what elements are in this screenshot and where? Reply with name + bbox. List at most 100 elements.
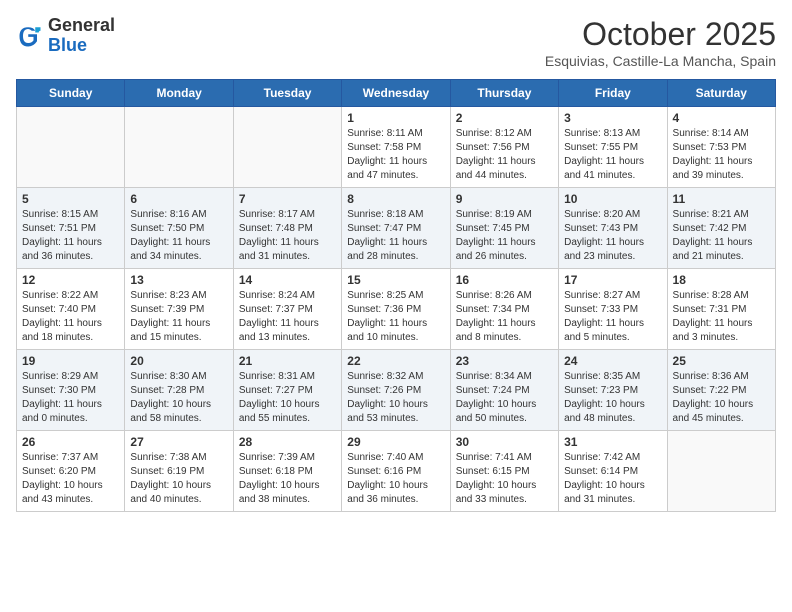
calendar-cell: 3 Sunrise: 8:13 AM Sunset: 7:55 PM Daylig…	[559, 107, 667, 188]
calendar-cell	[17, 107, 125, 188]
day-header-saturday: Saturday	[667, 80, 775, 107]
calendar-cell: 12Sunrise: 8:22 AM Sunset: 7:40 PM Dayli…	[17, 269, 125, 350]
day-info: Sunrise: 8:19 AM Sunset: 7:45 PM Dayligh…	[456, 208, 553, 264]
day-info: Sunrise: 8:14 AM Sunset: 7:53 PM Dayligh…	[673, 127, 770, 183]
day-number: 29	[347, 435, 444, 449]
day-info: Sunrise: 8:25 AM Sunset: 7:36 PM Dayligh…	[347, 289, 444, 345]
calendar-cell: 30 Sunrise: 7:41 AM Sunset: 6:15 PM Dayli…	[450, 431, 558, 512]
day-number: 6	[130, 192, 227, 206]
day-number: 28	[239, 435, 336, 449]
week-row-5: 26 Sunrise: 7:37 AM Sunset: 6:20 PM Dayli…	[17, 431, 776, 512]
day-info: Sunrise: 7:42 AM Sunset: 6:14 PM Dayligh…	[564, 451, 661, 507]
day-header-sunday: Sunday	[17, 80, 125, 107]
day-number: 26	[22, 435, 119, 449]
day-number: 3	[564, 111, 661, 125]
day-header-friday: Friday	[559, 80, 667, 107]
week-row-1: 1 Sunrise: 8:11 AM Sunset: 7:58 PM Daylig…	[17, 107, 776, 188]
day-info: Sunrise: 8:29 AM Sunset: 7:30 PM Dayligh…	[22, 370, 119, 426]
day-header-monday: Monday	[125, 80, 233, 107]
day-info: Sunrise: 7:39 AM Sunset: 6:18 PM Dayligh…	[239, 451, 336, 507]
day-number: 21	[239, 354, 336, 368]
week-row-2: 5Sunrise: 8:15 AM Sunset: 7:51 PM Daylig…	[17, 188, 776, 269]
day-number: 12	[22, 273, 119, 287]
calendar-cell: 9 Sunrise: 8:19 AM Sunset: 7:45 PM Daylig…	[450, 188, 558, 269]
day-info: Sunrise: 8:20 AM Sunset: 7:43 PM Dayligh…	[564, 208, 661, 264]
day-info: Sunrise: 7:38 AM Sunset: 6:19 PM Dayligh…	[130, 451, 227, 507]
day-number: 11	[673, 192, 770, 206]
day-number: 18	[673, 273, 770, 287]
calendar-cell	[233, 107, 341, 188]
calendar-cell: 25 Sunrise: 8:36 AM Sunset: 7:22 PM Dayli…	[667, 350, 775, 431]
month-title: October 2025	[545, 16, 776, 53]
calendar-body: 1 Sunrise: 8:11 AM Sunset: 7:58 PM Daylig…	[17, 107, 776, 512]
calendar-cell	[667, 431, 775, 512]
day-number: 4	[673, 111, 770, 125]
day-header-thursday: Thursday	[450, 80, 558, 107]
calendar-cell: 4 Sunrise: 8:14 AM Sunset: 7:53 PM Daylig…	[667, 107, 775, 188]
day-info: Sunrise: 7:37 AM Sunset: 6:20 PM Dayligh…	[22, 451, 119, 507]
day-number: 9	[456, 192, 553, 206]
calendar-cell: 7 Sunrise: 8:17 AM Sunset: 7:48 PM Daylig…	[233, 188, 341, 269]
day-info: Sunrise: 8:11 AM Sunset: 7:58 PM Dayligh…	[347, 127, 444, 183]
day-header-tuesday: Tuesday	[233, 80, 341, 107]
day-info: Sunrise: 8:28 AM Sunset: 7:31 PM Dayligh…	[673, 289, 770, 345]
day-number: 1	[347, 111, 444, 125]
calendar-cell: 22Sunrise: 8:32 AM Sunset: 7:26 PM Dayli…	[342, 350, 450, 431]
calendar-cell: 28 Sunrise: 7:39 AM Sunset: 6:18 PM Dayli…	[233, 431, 341, 512]
day-number: 30	[456, 435, 553, 449]
calendar-cell: 8 Sunrise: 8:18 AM Sunset: 7:47 PM Daylig…	[342, 188, 450, 269]
day-header-wednesday: Wednesday	[342, 80, 450, 107]
day-info: Sunrise: 8:16 AM Sunset: 7:50 PM Dayligh…	[130, 208, 227, 264]
calendar-cell: 17 Sunrise: 8:27 AM Sunset: 7:33 PM Dayli…	[559, 269, 667, 350]
calendar-cell: 26 Sunrise: 7:37 AM Sunset: 6:20 PM Dayli…	[17, 431, 125, 512]
day-number: 13	[130, 273, 227, 287]
day-number: 25	[673, 354, 770, 368]
day-number: 24	[564, 354, 661, 368]
day-info: Sunrise: 8:21 AM Sunset: 7:42 PM Dayligh…	[673, 208, 770, 264]
day-info: Sunrise: 8:15 AM Sunset: 7:51 PM Dayligh…	[22, 208, 119, 264]
day-number: 7	[239, 192, 336, 206]
day-info: Sunrise: 7:41 AM Sunset: 6:15 PM Dayligh…	[456, 451, 553, 507]
calendar-cell: 23 Sunrise: 8:34 AM Sunset: 7:24 PM Dayli…	[450, 350, 558, 431]
day-info: Sunrise: 8:30 AM Sunset: 7:28 PM Dayligh…	[130, 370, 227, 426]
calendar-cell: 31Sunrise: 7:42 AM Sunset: 6:14 PM Dayli…	[559, 431, 667, 512]
calendar-cell: 13Sunrise: 8:23 AM Sunset: 7:39 PM Dayli…	[125, 269, 233, 350]
location-subtitle: Esquivias, Castille-La Mancha, Spain	[545, 53, 776, 69]
day-number: 17	[564, 273, 661, 287]
calendar-cell: 15 Sunrise: 8:25 AM Sunset: 7:36 PM Dayli…	[342, 269, 450, 350]
day-number: 27	[130, 435, 227, 449]
day-number: 19	[22, 354, 119, 368]
day-info: Sunrise: 8:27 AM Sunset: 7:33 PM Dayligh…	[564, 289, 661, 345]
day-number: 23	[456, 354, 553, 368]
day-number: 8	[347, 192, 444, 206]
calendar-table: SundayMondayTuesdayWednesdayThursdayFrid…	[16, 79, 776, 512]
day-info: Sunrise: 8:36 AM Sunset: 7:22 PM Dayligh…	[673, 370, 770, 426]
week-row-3: 12Sunrise: 8:22 AM Sunset: 7:40 PM Dayli…	[17, 269, 776, 350]
calendar-cell: 29 Sunrise: 7:40 AM Sunset: 6:16 PM Dayli…	[342, 431, 450, 512]
calendar-cell: 19 Sunrise: 8:29 AM Sunset: 7:30 PM Dayli…	[17, 350, 125, 431]
calendar-cell: 18 Sunrise: 8:28 AM Sunset: 7:31 PM Dayli…	[667, 269, 775, 350]
calendar-cell: 5Sunrise: 8:15 AM Sunset: 7:51 PM Daylig…	[17, 188, 125, 269]
day-number: 22	[347, 354, 444, 368]
logo: General Blue	[16, 16, 115, 56]
calendar-cell: 16Sunrise: 8:26 AM Sunset: 7:34 PM Dayli…	[450, 269, 558, 350]
day-number: 14	[239, 273, 336, 287]
logo-text: General Blue	[48, 16, 115, 56]
calendar-cell: 6 Sunrise: 8:16 AM Sunset: 7:50 PM Daylig…	[125, 188, 233, 269]
calendar-cell	[125, 107, 233, 188]
day-number: 10	[564, 192, 661, 206]
day-info: Sunrise: 8:24 AM Sunset: 7:37 PM Dayligh…	[239, 289, 336, 345]
calendar-cell: 2Sunrise: 8:12 AM Sunset: 7:56 PM Daylig…	[450, 107, 558, 188]
day-info: Sunrise: 8:13 AM Sunset: 7:55 PM Dayligh…	[564, 127, 661, 183]
title-block: October 2025 Esquivias, Castille-La Manc…	[545, 16, 776, 69]
week-row-4: 19 Sunrise: 8:29 AM Sunset: 7:30 PM Dayli…	[17, 350, 776, 431]
day-info: Sunrise: 8:17 AM Sunset: 7:48 PM Dayligh…	[239, 208, 336, 264]
day-info: Sunrise: 7:40 AM Sunset: 6:16 PM Dayligh…	[347, 451, 444, 507]
day-number: 15	[347, 273, 444, 287]
day-info: Sunrise: 8:34 AM Sunset: 7:24 PM Dayligh…	[456, 370, 553, 426]
calendar-header-row: SundayMondayTuesdayWednesdayThursdayFrid…	[17, 80, 776, 107]
day-info: Sunrise: 8:18 AM Sunset: 7:47 PM Dayligh…	[347, 208, 444, 264]
calendar-cell: 1 Sunrise: 8:11 AM Sunset: 7:58 PM Daylig…	[342, 107, 450, 188]
calendar-cell: 27 Sunrise: 7:38 AM Sunset: 6:19 PM Dayli…	[125, 431, 233, 512]
day-info: Sunrise: 8:35 AM Sunset: 7:23 PM Dayligh…	[564, 370, 661, 426]
